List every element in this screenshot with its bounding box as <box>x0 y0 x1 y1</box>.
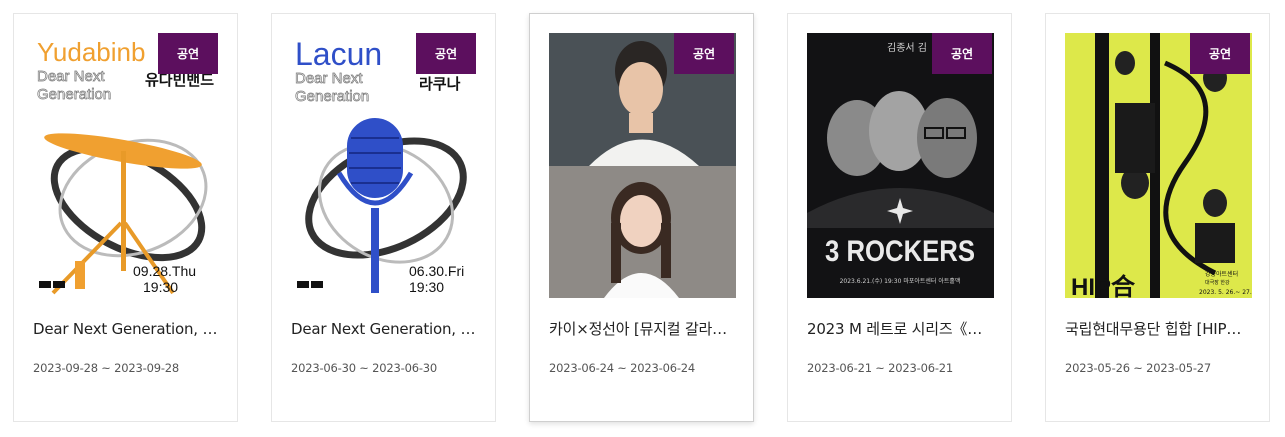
poster-subtitle: Dear Next <box>37 68 105 85</box>
poster-subtitle: Dear Next <box>295 70 363 87</box>
card-title[interactable]: 카이×정선아 [뮤지컬 갈라… <box>549 318 736 339</box>
card-title[interactable]: 2023 M 레트로 시리즈《… <box>807 318 994 339</box>
poster-names: 김종서 김 <box>887 42 927 54</box>
poster-time: 19:30 <box>409 279 444 295</box>
poster-footer: 2023. 5. 26.~ 27. <box>1199 289 1252 296</box>
card-dates: 2023-06-24 ~ 2023-06-24 <box>549 361 696 375</box>
poster-subtitle: Generation <box>37 86 111 103</box>
card-title[interactable]: 국립현대무용단 힙합 [HIP… <box>1065 318 1252 339</box>
card-dates: 2023-05-26 ~ 2023-05-27 <box>1065 361 1212 375</box>
poster-korean-title: 라쿠나 <box>419 75 461 93</box>
category-badge: 공연 <box>416 33 476 74</box>
performance-card[interactable]: 김종서 김 3 ROCKERS 2023.6.21.(수) 19:30 마포아트… <box>787 13 1012 422</box>
poster-venue: 강동아트센터 <box>1205 270 1238 278</box>
card-dates: 2023-09-28 ~ 2023-09-28 <box>33 361 180 375</box>
poster-date: 09.28.Thu <box>133 263 196 279</box>
card-dates: 2023-06-21 ~ 2023-06-21 <box>807 361 954 375</box>
poster-headline: 3 ROCKERS <box>825 235 975 268</box>
poster-subtitle: Generation <box>295 88 369 105</box>
performance-card[interactable]: 공연 카이×정선아 [뮤지컬 갈라… 2023-06-24 ~ 2023-06-… <box>529 13 754 422</box>
category-badge: 공연 <box>932 33 992 74</box>
category-badge: 공연 <box>674 33 734 74</box>
poster-brand-text: Yudabinb <box>37 37 145 67</box>
category-badge: 공연 <box>158 33 218 74</box>
poster-date: 06.30.Fri <box>409 263 464 279</box>
poster-time: 19:30 <box>143 279 178 295</box>
poster-venue: 대극장 한강 <box>1205 279 1230 286</box>
performance-card[interactable]: Lacun Dear Next Generation 라쿠나 06.30.Fri… <box>271 13 496 422</box>
card-title[interactable]: Dear Next Generation, 유… <box>33 318 220 339</box>
category-badge: 공연 <box>1190 33 1250 74</box>
performance-card[interactable]: Yudabinb Dear Next Generation 유다빈밴드 09.2… <box>13 13 238 422</box>
performance-card[interactable]: HIP合 강동아트센터 대극장 한강 2023. 5. 26.~ 27. 공연 … <box>1045 13 1270 422</box>
card-title[interactable]: Dear Next Generation, 라… <box>291 318 478 339</box>
poster-headline: HIP合 <box>1071 273 1136 298</box>
poster-brand-text: Lacun <box>295 36 382 72</box>
card-dates: 2023-06-30 ~ 2023-06-30 <box>291 361 438 375</box>
poster-footer: 2023.6.21.(수) 19:30 마포아트센터 아트홀맥 <box>840 277 961 285</box>
